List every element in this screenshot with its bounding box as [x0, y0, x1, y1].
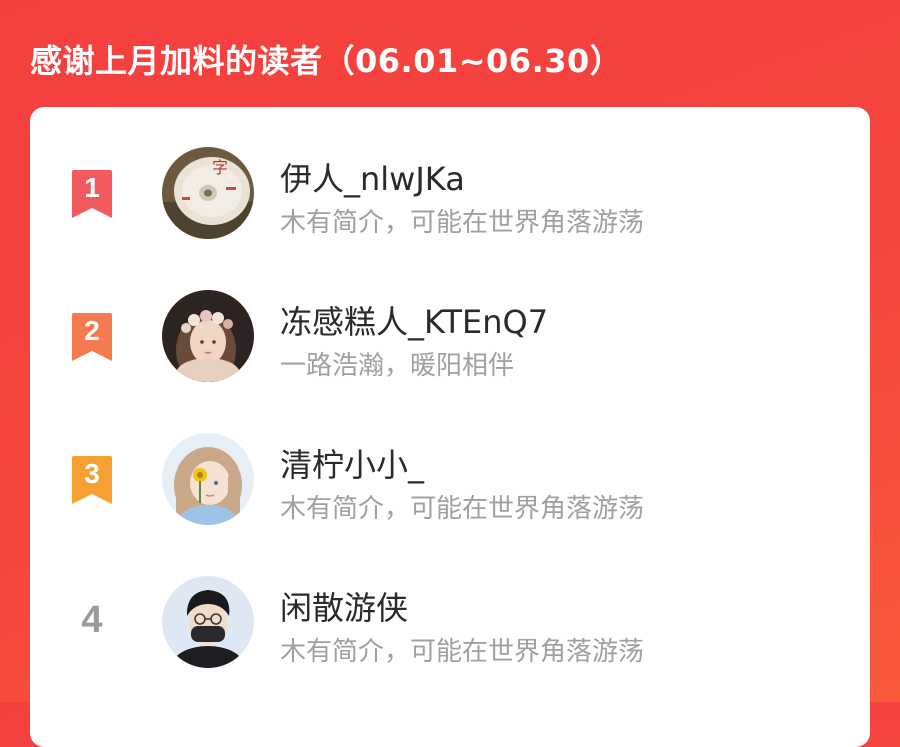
reader-list-card: 1 字 伊人_nlwJKa 木有简介，可能在世界角落游荡 2 冻感糕人_KTEn… [30, 107, 870, 747]
reader-row[interactable]: 2 冻感糕人_KTEnQ7 一路浩瀚，暖阳相伴 [30, 285, 870, 385]
avatar[interactable]: 字 [162, 147, 254, 239]
svg-text:字: 字 [212, 158, 228, 177]
reader-bio: 木有简介，可能在世界角落游荡 [280, 208, 645, 238]
page-title: 感谢上月加料的读者（06.01~06.30） [30, 42, 623, 80]
cd-disc-avatar-icon: 字 [162, 147, 254, 239]
flower-crown-girl-avatar-icon [162, 290, 254, 382]
reader-bio: 一路浩瀚，暖阳相伴 [280, 351, 515, 381]
reader-bio: 木有简介，可能在世界角落游荡 [280, 637, 645, 667]
rank-badge-1: 1 [68, 170, 116, 220]
avatar[interactable] [162, 433, 254, 525]
reader-row[interactable]: 4 闲散游侠 木有简介，可能在世界角落游荡 [30, 571, 870, 671]
rank-badge-2: 2 [68, 313, 116, 363]
reader-row[interactable]: 3 清柠小小_ 木有简介，可能在世界角落游荡 [30, 428, 870, 528]
masked-boy-avatar-icon [162, 576, 254, 668]
reader-bio: 木有简介，可能在世界角落游荡 [280, 494, 645, 524]
reader-name[interactable]: 闲散游侠 [280, 583, 408, 629]
rank-badge-3: 3 [68, 456, 116, 506]
reader-name[interactable]: 伊人_nlwJKa [280, 154, 465, 200]
reader-name[interactable]: 清柠小小_ [280, 440, 424, 486]
avatar[interactable] [162, 290, 254, 382]
avatar[interactable] [162, 576, 254, 668]
reader-name[interactable]: 冻感糕人_KTEnQ7 [280, 297, 548, 343]
rank-number-4: 4 [81, 599, 103, 641]
reader-row[interactable]: 1 字 伊人_nlwJKa 木有简介，可能在世界角落游荡 [30, 142, 870, 242]
anime-girl-avatar-icon [162, 433, 254, 525]
